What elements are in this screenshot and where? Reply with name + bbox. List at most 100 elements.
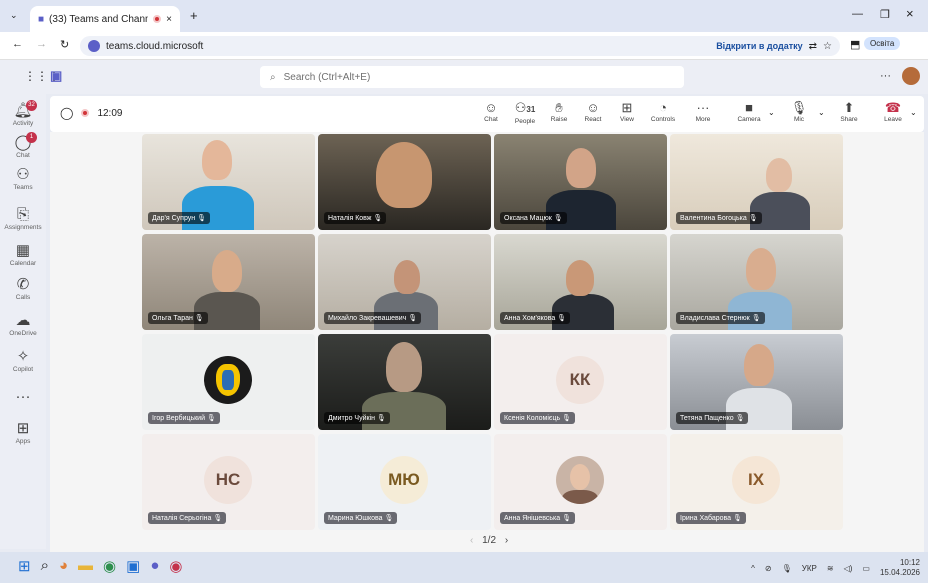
extensions-icon[interactable]: ⬒: [850, 38, 860, 51]
participant-tile[interactable]: Оксана Мацюк 🎙︎: [494, 134, 667, 230]
participant-tile[interactable]: КК Ксенія Коломієць 🎙︎: [494, 334, 667, 430]
leave-button[interactable]: ☎ Leave: [876, 100, 910, 123]
address-bar: ← → ↻ teams.cloud.microsoft Відкрити в д…: [0, 32, 928, 60]
close-window-icon[interactable]: ×: [906, 6, 914, 21]
participant-initials: ІХ: [732, 456, 780, 504]
participant-tile[interactable]: Тетяна Пащенко 🎙︎: [670, 334, 843, 430]
tray-overflow-icon[interactable]: ^: [751, 564, 755, 573]
prev-page-icon[interactable]: ‹: [470, 535, 473, 546]
rail-item-assignments[interactable]: ⎘ Assignments: [0, 206, 46, 231]
volume-icon[interactable]: ◁): [844, 564, 853, 573]
widgets-icon[interactable]: ◕: [59, 557, 68, 575]
copilot-icon: ✧: [16, 348, 30, 365]
participant-initials: КК: [556, 356, 604, 404]
participant-tile[interactable]: ІХ Ірина Хабарова 🎙︎: [670, 434, 843, 530]
rail-item-copilot[interactable]: ✧ Copilot: [0, 348, 46, 373]
participant-tile[interactable]: НС Наталія Серьогіна 🎙︎: [142, 434, 315, 530]
close-tab-icon[interactable]: ×: [166, 14, 172, 25]
chat-badge: 1: [26, 132, 37, 143]
more-icon: ···: [696, 100, 710, 115]
view-button[interactable]: ⊞ View: [610, 100, 644, 123]
start-icon[interactable]: ⊞: [18, 557, 31, 575]
clock[interactable]: 10:12 15.04.2026: [880, 558, 920, 578]
url-field[interactable]: teams.cloud.microsoft Відкрити в додатку…: [80, 36, 840, 56]
mic-button[interactable]: 🎙︎ Mic: [782, 100, 816, 123]
more-button[interactable]: ··· More: [686, 100, 720, 123]
participant-tile[interactable]: Наталія Ковж 🎙︎: [318, 134, 491, 230]
back-icon[interactable]: ←: [12, 38, 23, 50]
search-icon[interactable]: ⌕: [41, 557, 49, 575]
people-icon: ⚇31: [514, 100, 536, 115]
leave-options-chevron-icon[interactable]: ⌄: [910, 108, 917, 117]
search-input[interactable]: ⌕ Search (Ctrl+Alt+E): [260, 66, 684, 88]
clock-time: 10:12: [899, 558, 920, 567]
chrome-icon[interactable]: ◉: [103, 557, 116, 575]
mic-icon: 🎙︎: [790, 100, 808, 115]
open-in-app-button[interactable]: Відкрити в додатку: [716, 41, 802, 51]
language-indicator[interactable]: УКР: [802, 564, 817, 573]
share-button[interactable]: ⬆ Share: [832, 100, 866, 123]
rail-item-activity[interactable]: 🔔︎ 32 Activity: [0, 100, 46, 127]
clock-date: 15.04.2026: [879, 568, 920, 577]
meeting-control-bar: ◯ 12:09 ☺ Chat ⚇31 People ✋︎ Raise ☺ React ⊞…: [50, 96, 924, 132]
mic-options-chevron-icon[interactable]: ⌄: [818, 108, 825, 117]
react-button[interactable]: ☺ React: [576, 100, 610, 123]
site-info-icon[interactable]: [88, 40, 100, 52]
participant-initials: МЮ: [380, 456, 428, 504]
reload-icon[interactable]: ↻: [60, 38, 69, 51]
windows-taskbar: ⊞ ⌕ ◕ ▬ ◉ ▣ ● ◉ ^ ⊘ 🎙︎ УКР ≋ ◁) ▭ 10:12 …: [0, 552, 928, 583]
rail-item-chat[interactable]: ◯ 1 Chat: [0, 132, 46, 159]
mic-tray-icon[interactable]: 🎙︎: [782, 564, 792, 573]
forward-icon[interactable]: →: [36, 38, 47, 50]
browser-tab[interactable]: ■ (33) Teams and Channels | ×: [30, 6, 180, 32]
next-page-icon[interactable]: ›: [505, 535, 508, 546]
bookmark-star-icon[interactable]: ☆: [823, 41, 832, 52]
participant-tile[interactable]: Анна Янішевська 🎙︎: [494, 434, 667, 530]
rail-item-calendar[interactable]: ▦ Calendar: [0, 242, 46, 267]
participant-tile[interactable]: Дмитро Чуйкін 🎙︎: [318, 334, 491, 430]
new-tab-icon[interactable]: +: [190, 8, 198, 23]
participant-tile[interactable]: Валентина Богоцька 🎙︎: [670, 134, 843, 230]
teams-taskbar-icon[interactable]: ●: [150, 557, 159, 575]
calendar-icon: ▦: [15, 242, 31, 259]
cloud-icon: ☁: [15, 312, 31, 329]
raise-hand-button[interactable]: ✋︎ Raise: [542, 100, 576, 123]
people-button[interactable]: ⚇31 People: [508, 100, 542, 125]
participant-tile[interactable]: Ігор Вербицький 🎙︎: [142, 334, 315, 430]
url-text: teams.cloud.microsoft: [106, 40, 204, 52]
recording-indicator-icon: [153, 15, 162, 23]
rail-item-teams[interactable]: ⚇ Teams: [0, 166, 46, 191]
participant-avatar: [556, 456, 604, 504]
participant-tile[interactable]: Дар'я Супрун 🎙︎: [142, 134, 315, 230]
rail-item-onedrive[interactable]: ☁ OneDrive: [0, 312, 46, 337]
rail-more-icon[interactable]: ···: [0, 388, 46, 406]
participant-tile[interactable]: МЮ Марина Юшкова 🎙︎: [318, 434, 491, 530]
translate-icon[interactable]: ⇄: [809, 41, 817, 52]
chat-icon: ◯: [14, 134, 32, 151]
rail-item-apps[interactable]: ⊞ Apps: [0, 420, 46, 445]
participant-tile[interactable]: Анна Хом'якова 🎙︎: [494, 234, 667, 330]
camera-options-chevron-icon[interactable]: ⌄: [768, 108, 775, 117]
store-icon[interactable]: ▣: [126, 557, 140, 575]
participant-avatar: [204, 356, 252, 404]
chat-button[interactable]: ☺ Chat: [474, 100, 508, 123]
file-explorer-icon[interactable]: ▬: [78, 557, 93, 575]
grid-icon: ⊞: [621, 100, 633, 115]
camera-button[interactable]: ■ Camera: [732, 100, 766, 123]
wifi-icon[interactable]: ≋: [827, 564, 834, 573]
participant-tile[interactable]: Михайло Закревашевич 🎙︎: [318, 234, 491, 330]
rail-item-calls[interactable]: ✆ Calls: [0, 276, 46, 301]
profile-button[interactable]: Освіта: [864, 37, 901, 50]
minimize-icon[interactable]: —: [852, 8, 863, 20]
network-off-icon[interactable]: ⊘: [765, 564, 772, 573]
chrome-profile-icon[interactable]: ◉: [169, 557, 182, 575]
controls-button[interactable]: ◔ Controls: [646, 100, 680, 123]
more-options-icon[interactable]: ···: [880, 70, 891, 82]
participant-tile[interactable]: Ольга Таран 🎙︎: [142, 234, 315, 330]
restore-icon[interactable]: ❐: [880, 8, 890, 21]
tab-list-chevron-icon[interactable]: ⌄: [10, 10, 18, 21]
participant-tile[interactable]: Владислава Стернюк 🎙︎: [670, 234, 843, 330]
meeting-timer: 12:09: [97, 107, 123, 119]
battery-icon[interactable]: ▭: [862, 564, 870, 573]
avatar[interactable]: [902, 67, 920, 85]
